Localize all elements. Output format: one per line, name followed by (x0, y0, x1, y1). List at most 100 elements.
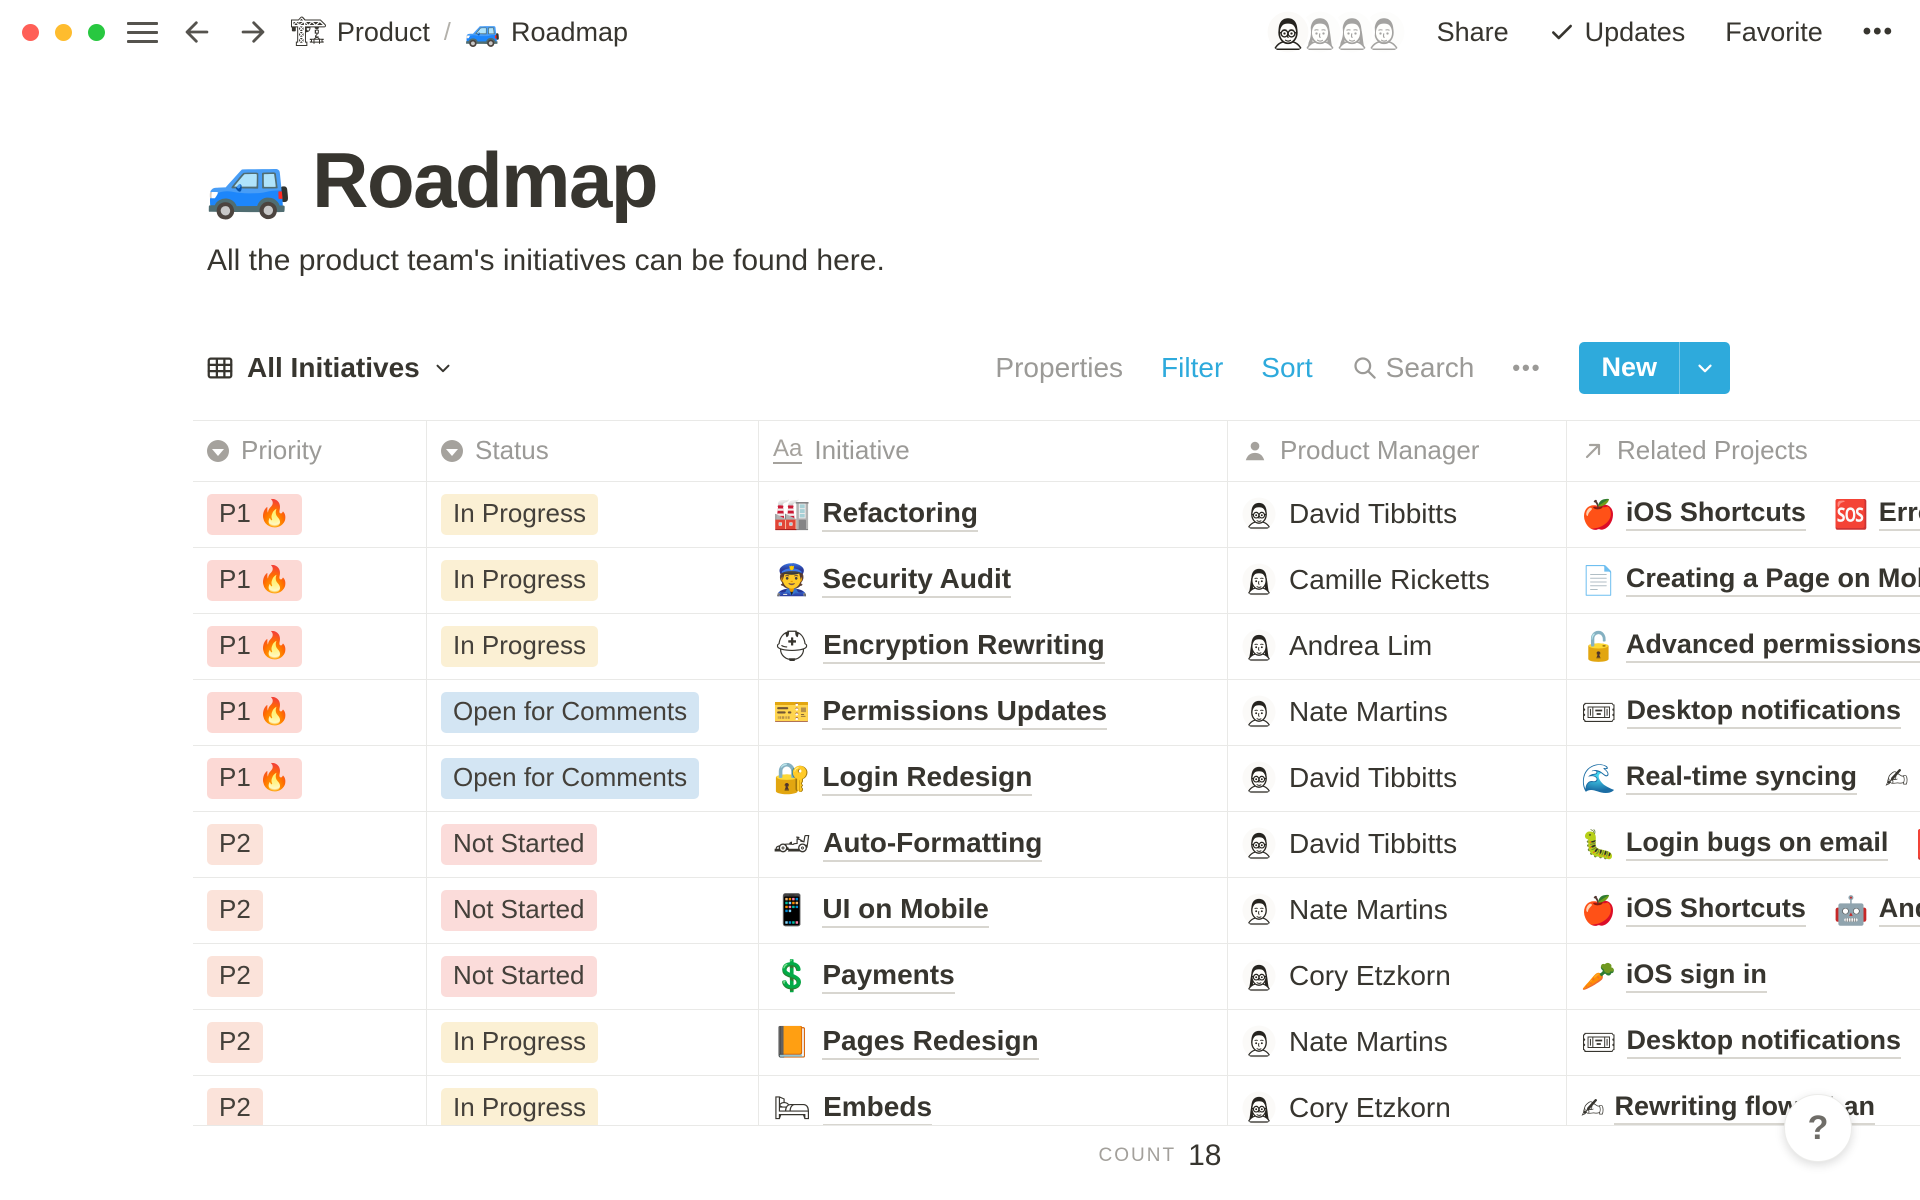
initiative-cell[interactable]: 📙 Pages Redesign (759, 1010, 1228, 1075)
related-project-link[interactable]: 🐛Login bugs on email (1581, 827, 1888, 861)
initiative-link[interactable]: Payments (822, 959, 954, 994)
initiative-cell[interactable]: 📱 UI on Mobile (759, 878, 1228, 943)
initiative-link[interactable]: Refactoring (822, 497, 978, 532)
product-manager-cell[interactable]: Camille Ricketts (1228, 548, 1567, 613)
more-options-icon[interactable]: ••• (1863, 18, 1894, 46)
priority-cell[interactable]: P1 🔥 (193, 746, 427, 811)
view-switcher[interactable]: All Initiatives (205, 352, 454, 384)
view-more-icon[interactable]: ••• (1512, 355, 1541, 381)
minimize-window-button[interactable] (55, 24, 72, 41)
priority-cell[interactable]: P1 🔥 (193, 614, 427, 679)
priority-cell[interactable]: P2 (193, 944, 427, 1009)
close-window-button[interactable] (22, 24, 39, 41)
product-manager-cell[interactable]: Andrea Lim (1228, 614, 1567, 679)
initiative-link[interactable]: Permissions Updates (822, 695, 1107, 730)
initiative-link[interactable]: Auto-Formatting (823, 827, 1042, 862)
product-manager-cell[interactable]: Nate Martins (1228, 878, 1567, 943)
initiative-link[interactable]: Embeds (823, 1091, 932, 1125)
initiative-cell[interactable]: ⛑ Encryption Rewriting (759, 614, 1228, 679)
related-project-link[interactable]: 🆘 (1916, 828, 1920, 861)
related-project-link[interactable]: ✍Rewriting flow (1581, 1091, 1799, 1125)
column-header-initiative[interactable]: Aa Initiative (759, 421, 1228, 481)
status-cell[interactable]: Open for Comments (427, 680, 759, 745)
initiative-link[interactable]: Pages Redesign (822, 1025, 1038, 1060)
related-projects-cell[interactable]: 🐛Login bugs on email 🆘 (1567, 812, 1920, 877)
priority-cell[interactable]: P2 (193, 1010, 427, 1075)
maximize-window-button[interactable] (88, 24, 105, 41)
new-button[interactable]: New (1579, 342, 1679, 394)
updates-button[interactable]: Updates (1549, 17, 1686, 48)
product-manager-cell[interactable]: David Tibbitts (1228, 746, 1567, 811)
new-dropdown-button[interactable] (1679, 342, 1730, 394)
related-project-link[interactable]: 🤖And (1834, 893, 1920, 927)
column-header-product-manager[interactable]: Product Manager (1228, 421, 1567, 481)
related-project-link[interactable]: 🍎iOS Shortcuts (1581, 497, 1806, 531)
related-projects-cell[interactable]: 🍎iOS Shortcuts🤖And (1567, 878, 1920, 943)
man-glasses-avatar[interactable] (1265, 9, 1311, 55)
related-project-link[interactable]: 📄Creating a Page on Mob (1581, 563, 1920, 597)
product-manager-cell[interactable]: David Tibbitts (1228, 812, 1567, 877)
column-header-priority[interactable]: Priority (193, 421, 427, 481)
sort-button[interactable]: Sort (1261, 352, 1312, 384)
page-title[interactable]: Roadmap (312, 138, 657, 224)
properties-button[interactable]: Properties (995, 352, 1123, 384)
priority-cell[interactable]: P2 (193, 812, 427, 877)
initiative-cell[interactable]: 🛏 Embeds (759, 1076, 1228, 1125)
status-cell[interactable]: Not Started (427, 812, 759, 877)
status-cell[interactable]: In Progress (427, 1076, 759, 1125)
status-cell[interactable]: In Progress (427, 614, 759, 679)
product-manager-cell[interactable]: David Tibbitts (1228, 482, 1567, 547)
favorite-button[interactable]: Favorite (1725, 17, 1823, 48)
related-project-link[interactable]: 🎟Desktop notifications (1581, 1025, 1901, 1059)
search-button[interactable]: Search (1351, 352, 1475, 384)
initiative-link[interactable]: Login Redesign (822, 761, 1032, 796)
breadcrumb-roadmap[interactable]: 🚙 Roadmap (465, 15, 628, 49)
related-projects-cell[interactable]: 🥕iOS sign in (1567, 944, 1920, 1009)
help-button[interactable]: ? (1784, 1094, 1852, 1162)
initiative-cell[interactable]: 👮 Security Audit (759, 548, 1228, 613)
priority-cell[interactable]: P2 (193, 1076, 427, 1125)
priority-cell[interactable]: P1 🔥 (193, 548, 427, 613)
filter-button[interactable]: Filter (1161, 352, 1223, 384)
initiative-cell[interactable]: 🏎 Auto-Formatting (759, 812, 1228, 877)
related-project-link[interactable]: 🌊Real-time syncing (1581, 761, 1857, 795)
related-project-link[interactable]: 🥕iOS sign in (1581, 959, 1767, 993)
related-project-link[interactable]: 🎟Desktop notifications (1581, 695, 1901, 729)
sidebar-menu-icon[interactable] (127, 22, 158, 43)
related-project-link[interactable]: 🔓Advanced permissions (1581, 629, 1920, 663)
breadcrumb-product[interactable]: 🏗 Product (290, 15, 430, 49)
priority-cell[interactable]: P2 (193, 878, 427, 943)
initiative-link[interactable]: Security Audit (822, 563, 1011, 598)
initiative-link[interactable]: UI on Mobile (822, 893, 988, 928)
status-cell[interactable]: Not Started (427, 944, 759, 1009)
related-projects-cell[interactable]: 🔓Advanced permissions (1567, 614, 1920, 679)
collaborator-avatars[interactable] (1265, 9, 1407, 55)
status-cell[interactable]: In Progress (427, 548, 759, 613)
related-projects-cell[interactable]: 📄Creating a Page on Mob (1567, 548, 1920, 613)
status-cell[interactable]: In Progress (427, 482, 759, 547)
initiative-cell[interactable]: 🔐 Login Redesign (759, 746, 1228, 811)
related-projects-cell[interactable]: 🍎iOS Shortcuts 🆘Erro (1567, 482, 1920, 547)
product-manager-cell[interactable]: Nate Martins (1228, 1010, 1567, 1075)
priority-cell[interactable]: P1 🔥 (193, 680, 427, 745)
column-header-related-projects[interactable]: Related Projects (1567, 421, 1920, 481)
related-projects-cell[interactable]: 🌊Real-time syncing✍ (1567, 746, 1920, 811)
share-button[interactable]: Share (1437, 17, 1509, 48)
product-manager-cell[interactable]: Nate Martins (1228, 680, 1567, 745)
status-cell[interactable]: Not Started (427, 878, 759, 943)
status-cell[interactable]: In Progress (427, 1010, 759, 1075)
initiative-link[interactable]: Encryption Rewriting (823, 629, 1105, 664)
car-page-icon[interactable]: 🚙 (205, 146, 292, 216)
back-icon[interactable] (180, 15, 214, 49)
related-projects-cell[interactable]: 🎟Desktop notifications (1567, 680, 1920, 745)
initiative-cell[interactable]: 💲 Payments (759, 944, 1228, 1009)
priority-cell[interactable]: P1 🔥 (193, 482, 427, 547)
related-projects-cell[interactable]: ✍Rewriting flowLan (1567, 1076, 1920, 1125)
product-manager-cell[interactable]: Cory Etzkorn (1228, 944, 1567, 1009)
column-header-status[interactable]: Status (427, 421, 759, 481)
product-manager-cell[interactable]: Cory Etzkorn (1228, 1076, 1567, 1125)
initiative-cell[interactable]: 🏭 Refactoring (759, 482, 1228, 547)
initiative-cell[interactable]: 🎫 Permissions Updates (759, 680, 1228, 745)
page-description[interactable]: All the product team's initiatives can b… (207, 244, 1920, 278)
related-project-link[interactable]: 🆘Erro (1834, 497, 1920, 531)
